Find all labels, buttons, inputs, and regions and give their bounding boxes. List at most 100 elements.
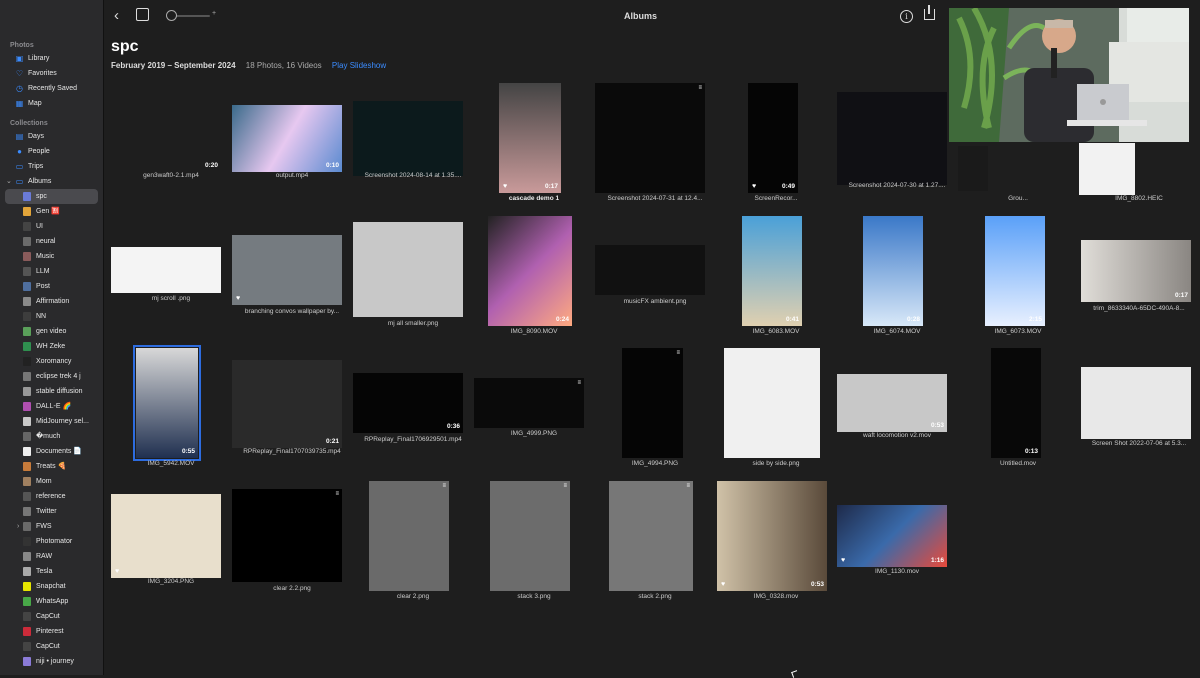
photo-grid-item[interactable]: 1:16 ♥ IMG_1130.mov [837,478,957,606]
sidebar-album-item[interactable]: UI [0,219,103,234]
sidebar-item-favorites[interactable]: ♡ Favorites [0,66,103,81]
photo-thumbnail[interactable]: ≡ [490,481,570,591]
sidebar-album-item[interactable]: CapCut [0,639,103,654]
photo-thumbnail[interactable]: ≡ [622,348,683,458]
photo-thumbnail[interactable] [1081,367,1191,439]
photo-thumbnail[interactable]: ≡ [595,83,705,193]
photo-thumbnail[interactable] [837,92,947,185]
photo-grid-item[interactable]: 0:24 IMG_8090.MOV [474,213,594,341]
heart-icon[interactable]: ♥ [841,557,845,564]
photo-grid-item[interactable]: 0:53 waft locomotion v2.mov [837,345,957,473]
sidebar-item-people[interactable]: ● People [0,144,103,159]
photo-thumbnail[interactable] [353,222,463,317]
sidebar-album-item[interactable]: Mom [0,474,103,489]
sidebar-item-library[interactable]: ▣ Library [0,51,103,66]
photo-grid-item[interactable]: 0:20 gen3waft0-2.1.mp4 [111,80,231,208]
photo-thumbnail[interactable] [724,348,820,458]
sidebar-album-item[interactable]: MidJourney sel... [0,414,103,429]
zoom-in-icon[interactable]: + [212,10,216,17]
photo-thumbnail[interactable]: 0:17 [1081,240,1191,302]
sidebar-album-item[interactable]: RAW [0,549,103,564]
sidebar-album-item[interactable]: reference [0,489,103,504]
photo-grid-item[interactable]: ≡ clear 2.png [353,478,473,606]
photo-grid-item[interactable]: 0:17 trim_8633340A-65DC-490A-8... [1079,213,1199,341]
photo-grid-item[interactable]: 0:49 ♥ ScreenRecor... [716,80,836,208]
photo-thumbnail[interactable]: 0:41 [742,216,802,326]
photo-thumbnail[interactable]: ≡ [609,481,693,591]
photo-thumbnail[interactable]: 0:10 [232,105,342,172]
photo-thumbnail[interactable]: 1:16 ♥ [837,505,947,567]
photo-thumbnail[interactable]: 0:36 [353,373,463,433]
photo-thumbnail[interactable] [1079,143,1135,195]
photo-thumbnail[interactable]: 0:21 [232,360,342,448]
photo-grid-item[interactable]: 0:36 RPReplay_Final1706929501.mp4 [353,345,473,473]
heart-icon[interactable]: ♥ [115,568,119,575]
sidebar-album-item[interactable]: gen video [0,324,103,339]
sidebar-album-item[interactable]: �much [0,429,103,444]
sidebar-album-item[interactable]: eclipse trek 4 j [0,369,103,384]
photo-grid-item[interactable]: musicFX ambient.png [595,213,715,341]
photo-grid-item[interactable]: 0:13 Untitled.mov [958,345,1078,473]
photo-grid-item[interactable]: ♥ IMG_3204.PNG [111,478,231,606]
photo-thumbnail[interactable]: 0:55 [133,345,201,461]
share-icon[interactable] [924,5,935,20]
chevron-down-icon[interactable]: ⌄ [6,174,12,189]
photo-grid-item[interactable]: 0:55 IMG_5942.MOV [111,345,231,473]
photo-thumbnail[interactable] [111,247,221,293]
sidebar-album-item[interactable]: Xoromancy [0,354,103,369]
photo-thumbnail[interactable] [958,146,988,191]
photo-thumbnail[interactable]: 0:49 ♥ [748,83,798,193]
heart-icon[interactable]: ♥ [752,183,756,190]
sidebar-album-item[interactable]: niji • journey [0,654,103,669]
photo-thumbnail[interactable]: 0:24 [488,216,572,326]
photo-thumbnail[interactable]: ≡ [232,489,342,582]
rotate-icon[interactable] [136,8,149,21]
photo-thumbnail[interactable]: 0:20 [111,105,221,172]
photo-thumbnail[interactable]: 0:17 ♥ [499,83,561,193]
photo-grid-item[interactable]: mj all smaller.png [353,213,473,341]
photo-grid-item[interactable]: 0:21 RPReplay_Final1707039735.mp4 [232,345,352,473]
heart-icon[interactable]: ♥ [236,295,240,302]
photo-grid-item[interactable]: side by side.png [716,345,836,473]
heart-icon[interactable]: ♥ [721,581,725,588]
photo-thumbnail[interactable]: ♥ [232,235,342,305]
photo-grid-item[interactable]: Screenshot 2024-07-30 at 1.27.... [837,80,957,208]
photo-grid-item[interactable]: ≡ stack 2.png [595,478,715,606]
photo-thumbnail[interactable]: 0:13 [991,348,1041,458]
photo-grid-item[interactable]: 0:53 ♥ IMG_0328.mov [716,478,836,606]
sidebar-album-item[interactable]: DALL-E 🌈 [0,399,103,414]
sidebar-album-item[interactable]: neural [0,234,103,249]
sidebar-album-item[interactable]: CapCut [0,609,103,624]
sidebar-album-item[interactable]: Photomator [0,534,103,549]
photo-grid-item[interactable]: ≡ IMG_4994.PNG [595,345,715,473]
photo-grid-item[interactable]: Screen Shot 2022-07-06 at 5.3... [1079,345,1199,473]
sidebar-album-item[interactable]: WhatsApp [0,594,103,609]
sidebar-item-trips[interactable]: ▭ Trips [0,159,103,174]
sidebar-item-albums[interactable]: ⌄ ▭ Albums [0,174,103,189]
photo-thumbnail[interactable] [353,101,463,176]
sidebar-album-item[interactable]: LLM [0,264,103,279]
sidebar-album-item[interactable]: Snapchat [0,579,103,594]
photo-grid-item[interactable]: 0:28 IMG_6074.MOV [837,213,957,341]
photo-grid-item[interactable]: ≡ stack 3.png [474,478,594,606]
sidebar-album-item[interactable]: NN [0,309,103,324]
sidebar-album-item[interactable]: Documents 📄 [0,444,103,459]
photo-thumbnail[interactable]: ≡ [369,481,449,591]
sidebar-album-item[interactable]: Pinterest [0,624,103,639]
sidebar-item-map[interactable]: ▦ Map [0,96,103,111]
back-button[interactable]: ‹ [114,7,119,24]
play-slideshow-link[interactable]: Play Slideshow [332,61,386,70]
heart-icon[interactable]: ♥ [503,183,507,190]
photo-grid-item[interactable]: mj scroll .png [111,213,231,341]
photo-grid-item[interactable]: Screenshot 2024-08-14 at 1.35.... [353,80,473,208]
photo-grid-item[interactable]: ≡ clear 2.2.png [232,478,352,606]
sidebar-album-item[interactable]: spc [5,189,98,204]
photo-grid-item[interactable]: ≡ IMG_4999.PNG [474,345,594,473]
info-icon[interactable]: i [900,10,913,23]
sidebar-item-days[interactable]: ▤ Days [0,129,103,144]
sidebar-album-item[interactable]: › FWS [0,519,103,534]
photo-grid-item[interactable]: ♥ branching convos wallpaper by... [232,213,352,341]
photo-grid-item[interactable]: ≡ Screenshot 2024-07-31 at 12.4... [595,80,715,208]
photo-grid-item[interactable]: 2:15 IMG_6073.MOV [958,213,1078,341]
photo-thumbnail[interactable]: ♥ [111,494,221,578]
